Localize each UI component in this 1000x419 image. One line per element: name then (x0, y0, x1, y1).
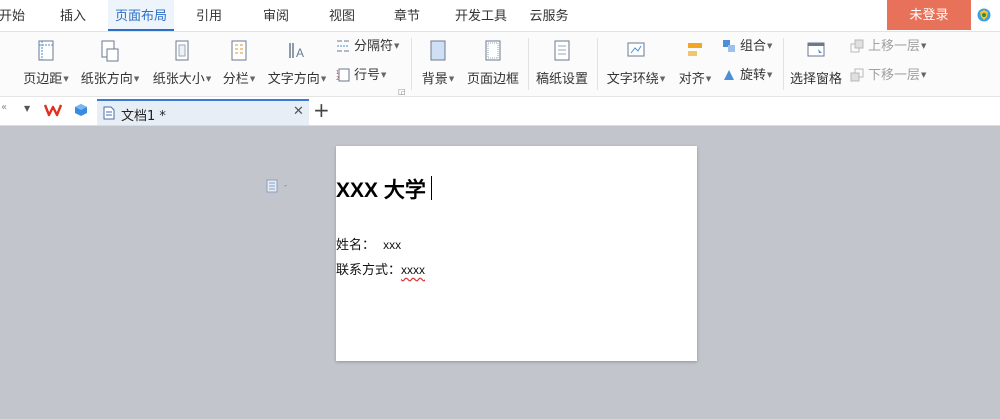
page-setup-dialog-launcher[interactable]: ◲ (398, 87, 406, 96)
paper-size-button[interactable]: 纸张大小▼ (150, 32, 214, 96)
columns-icon (231, 40, 247, 61)
text-direction-label: 文字方向 (267, 72, 320, 87)
page-border-label: 页面边框 (466, 72, 519, 87)
columns-button[interactable]: 分栏▼ (220, 32, 258, 96)
tab-insert[interactable]: 插入 (50, 0, 96, 31)
cloud-docs-icon[interactable] (74, 103, 88, 117)
document-tab-title: 文档1 * (121, 109, 166, 124)
line-numbers-button[interactable]: 12 行号▼ (336, 65, 386, 85)
ribbon-separator (597, 38, 598, 90)
ribbon-separator (528, 38, 529, 90)
rotate-button[interactable]: 旋转▼ (722, 65, 772, 85)
tab-developer-tools[interactable]: 开发工具 (446, 0, 516, 31)
tab-review[interactable]: 审阅 (253, 0, 299, 31)
text-cursor (431, 176, 432, 200)
document-title-text[interactable]: XXX 大学 (336, 174, 426, 204)
tab-list-dropdown-icon[interactable]: ▼ (24, 104, 30, 113)
paper-size-label: 纸张大小 (152, 72, 205, 87)
new-tab-button[interactable]: + (313, 98, 330, 122)
document-tab-bar: « ▼ 文档1 * ✕ + (0, 97, 1000, 126)
name-label: 姓名： (336, 238, 376, 253)
align-label: 对齐 (678, 72, 705, 87)
paper-size-icon (175, 40, 189, 61)
align-button[interactable]: 对齐▼ (675, 32, 715, 96)
document-workspace: XXX 大学 姓名： xxx 联系方式：xxxx (0, 126, 1000, 419)
ribbon-separator (783, 38, 784, 90)
rotate-label: 旋转 (740, 68, 767, 83)
text-wrap-button[interactable]: 文字环绕▼ (604, 32, 668, 96)
margins-icon (38, 40, 54, 61)
ribbon-separator (411, 38, 412, 90)
text-wrap-icon (627, 42, 645, 57)
align-icon (688, 43, 702, 56)
tab-document-1[interactable]: 文档1 * ✕ (97, 99, 309, 125)
svg-text:A: A (296, 46, 304, 60)
manuscript-icon (554, 40, 570, 61)
text-wrap-label: 文字环绕 (606, 72, 659, 87)
page-border-icon (485, 40, 501, 61)
group-label: 组合 (740, 39, 767, 54)
name-line[interactable]: 姓名： xxx (336, 234, 401, 253)
contact-line[interactable]: 联系方式：xxxx (336, 259, 425, 278)
selection-pane-icon (807, 42, 825, 57)
group-icon (723, 40, 735, 52)
contact-label: 联系方式： (336, 263, 402, 278)
columns-label: 分栏 (222, 72, 249, 87)
breaks-icon (337, 40, 349, 52)
ribbon-toolbar: 页边距▼ 纸张方向▼ 纸张大小▼ 分栏▼ A 文字方向▼ 分隔符▼ 1 2 行号… (0, 32, 1000, 97)
wps-logo-icon[interactable] (44, 103, 62, 117)
bring-forward-icon (850, 39, 864, 53)
send-backward-label: 下移一层 (868, 68, 921, 83)
bring-forward-label: 上移一层 (868, 39, 921, 54)
login-button[interactable]: 未登录 (887, 0, 971, 30)
manuscript-settings-button[interactable]: 稿纸设置 (534, 32, 590, 96)
menu-bar: 开始 插入 页面布局 引用 审阅 视图 章节 开发工具 云服务 未登录 (0, 0, 1000, 32)
background-label: 背景 (421, 72, 448, 87)
tab-view[interactable]: 视图 (319, 0, 365, 31)
paragraph-layout-icon[interactable] (266, 179, 290, 193)
scroll-left-icon[interactable]: « (1, 102, 7, 113)
document-page[interactable]: XXX 大学 姓名： xxx 联系方式：xxxx (336, 146, 697, 361)
text-direction-button[interactable]: A 文字方向▼ (265, 32, 329, 96)
tab-home[interactable]: 开始 (0, 0, 32, 31)
tab-cloud-service[interactable]: 云服务 (524, 0, 574, 31)
rotate-icon (724, 70, 734, 80)
svg-text:2: 2 (336, 76, 339, 82)
line-numbers-icon: 12 (336, 68, 350, 82)
send-backward-icon (850, 68, 864, 82)
manuscript-label: 稿纸设置 (535, 72, 588, 87)
tab-page-layout[interactable]: 页面布局 (108, 0, 174, 31)
send-backward-button[interactable]: 下移一层▼ (850, 65, 926, 85)
shield-icon[interactable] (977, 8, 991, 22)
selection-pane-label: 选择窗格 (789, 72, 842, 87)
breaks-label: 分隔符 (354, 39, 394, 54)
margins-button[interactable]: 页边距▼ (20, 32, 72, 96)
document-file-icon (103, 106, 115, 120)
line-numbers-label: 行号 (354, 68, 381, 83)
tab-chapter[interactable]: 章节 (384, 0, 430, 31)
background-button[interactable]: 背景▼ (418, 32, 458, 96)
text-direction-icon: A (289, 43, 304, 60)
tab-references[interactable]: 引用 (186, 0, 232, 31)
close-tab-icon[interactable]: ✕ (293, 104, 304, 119)
orientation-icon (101, 40, 119, 62)
background-icon (430, 40, 446, 61)
page-border-button[interactable]: 页面边框 (464, 32, 522, 96)
bring-forward-button[interactable]: 上移一层▼ (850, 36, 926, 56)
margins-label: 页边距 (23, 72, 63, 87)
group-button[interactable]: 组合▼ (722, 36, 772, 56)
selection-pane-button[interactable]: 选择窗格 (788, 32, 844, 96)
name-value: xxx (383, 238, 402, 252)
breaks-button[interactable]: 分隔符▼ (336, 36, 399, 56)
orientation-button[interactable]: 纸张方向▼ (78, 32, 142, 96)
orientation-label: 纸张方向 (80, 72, 133, 87)
contact-value: xxxx (401, 263, 426, 277)
